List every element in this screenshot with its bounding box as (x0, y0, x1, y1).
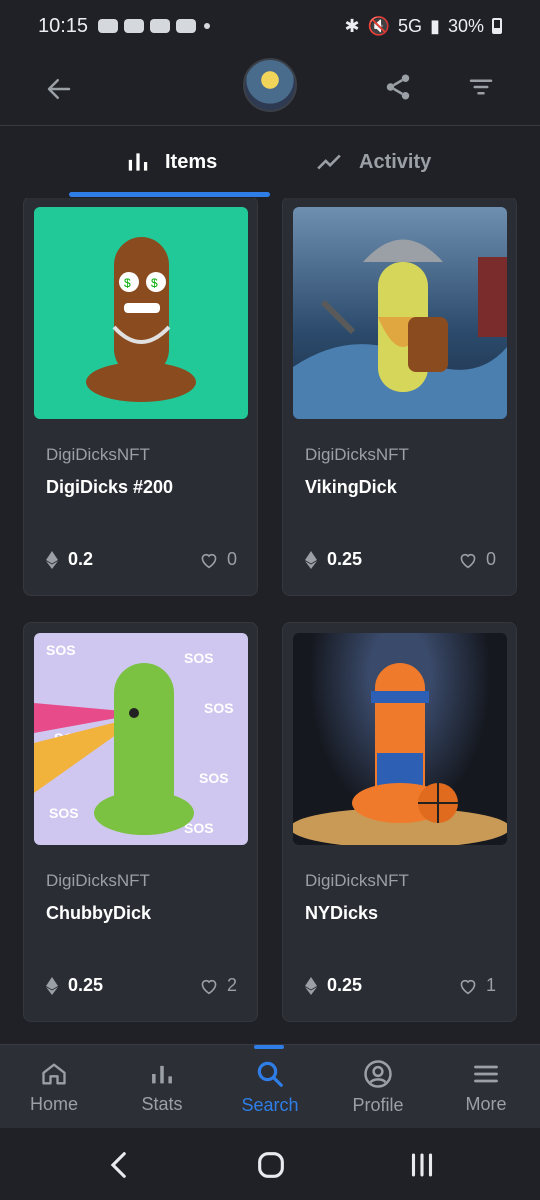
nav-profile[interactable]: Profile (324, 1045, 432, 1129)
filter-icon[interactable] (466, 72, 496, 102)
bottom-navigation: Home Stats Search Profile More (0, 1044, 540, 1128)
nav-stats[interactable]: Stats (108, 1045, 216, 1129)
tab-indicator (69, 192, 270, 197)
card-name: VikingDick (305, 477, 397, 497)
nav-search-label: Search (241, 1094, 299, 1115)
nav-profile-label: Profile (352, 1094, 404, 1115)
home-circle-icon (258, 1152, 284, 1178)
mute-icon: 🔇 (367, 15, 391, 36)
svg-text:$: $ (124, 276, 131, 290)
card-price-value: 0.2 (68, 549, 94, 569)
nft-image (293, 633, 507, 845)
ethereum-icon (305, 550, 317, 569)
card-likes-count: 2 (226, 975, 237, 995)
collection-avatar[interactable] (243, 58, 297, 112)
battery-icon (492, 18, 502, 34)
top-app-bar (0, 52, 540, 126)
status-time: 10:15 (38, 14, 89, 37)
svg-text:SOS: SOS (184, 650, 214, 666)
discord-icon (176, 19, 197, 33)
card-collection: DigiDicksNFT (305, 445, 409, 464)
nft-image (293, 207, 507, 419)
card-name: NYDicks (305, 903, 379, 923)
back-arrow-icon[interactable] (44, 74, 74, 104)
card-likes-count: 0 (226, 549, 237, 569)
svg-text:SOS: SOS (204, 700, 234, 716)
discord-icon (150, 19, 171, 33)
card-likes-count: 1 (485, 975, 496, 995)
status-bar: 10:15 ✱ 🔇 5G ▮ 30% (0, 0, 540, 52)
nft-card[interactable]: $ $ DigiDicksNFT DigiDicks #200 0.2 0 (23, 198, 258, 596)
nft-image: $ $ (34, 207, 248, 419)
chevron-left-icon (110, 1152, 126, 1178)
system-home-button[interactable] (254, 1148, 288, 1182)
nft-card[interactable]: DigiDicksNFT VikingDick 0.25 0 (282, 198, 517, 596)
tab-activity-label: Activity (359, 150, 432, 173)
nav-stats-label: Stats (141, 1093, 183, 1114)
ethereum-icon (46, 550, 58, 569)
menu-icon (474, 1065, 498, 1082)
trend-line-icon (317, 154, 341, 170)
card-price-value: 0.25 (327, 975, 363, 995)
nav-search[interactable]: Search (216, 1045, 324, 1129)
network-label: 5G (398, 15, 423, 36)
signal-icon: ▮ (430, 15, 440, 36)
svg-text:SOS: SOS (199, 770, 229, 786)
card-price: 0.25 (305, 549, 362, 570)
card-likes[interactable]: 0 (199, 549, 237, 570)
nav-home[interactable]: Home (0, 1045, 108, 1129)
ethereum-icon (305, 976, 317, 995)
discord-icon (124, 19, 145, 33)
profile-icon (364, 1059, 392, 1088)
card-likes[interactable]: 0 (458, 549, 496, 570)
card-likes-count: 0 (485, 549, 496, 569)
svg-text:SOS: SOS (46, 642, 76, 658)
heart-icon (460, 553, 476, 568)
svg-text:$: $ (151, 276, 158, 290)
card-collection: DigiDicksNFT (46, 871, 150, 890)
system-back-button[interactable] (103, 1148, 137, 1182)
share-icon[interactable] (383, 72, 413, 102)
card-price: 0.25 (305, 975, 362, 996)
nft-image: SOSSOSSOS SOSSOSSOS SOS (34, 633, 248, 845)
search-icon (257, 1061, 283, 1087)
ethereum-icon (46, 976, 58, 995)
home-icon (42, 1063, 66, 1084)
nav-home-label: Home (29, 1093, 78, 1114)
nft-card[interactable]: DigiDicksNFT NYDicks 0.25 1 (282, 622, 517, 1022)
heart-icon (201, 979, 217, 994)
tab-items[interactable]: Items (125, 126, 217, 198)
notification-icons (98, 19, 197, 33)
items-grid: $ $ DigiDicksNFT DigiDicks #200 0.2 0 Di… (0, 198, 540, 1044)
card-name: DigiDicks #200 (46, 477, 174, 497)
heart-icon (201, 553, 217, 568)
card-price-value: 0.25 (327, 549, 363, 569)
nav-more-label: More (465, 1093, 507, 1114)
card-name: ChubbyDick (46, 903, 152, 923)
tab-items-label: Items (165, 150, 218, 173)
more-notifications-icon (204, 23, 211, 29)
card-collection: DigiDicksNFT (46, 445, 150, 464)
discord-icon (98, 19, 119, 33)
tab-activity[interactable]: Activity (313, 126, 431, 198)
heart-icon (460, 979, 476, 994)
card-collection: DigiDicksNFT (305, 871, 409, 890)
bar-chart-icon (128, 153, 148, 171)
stats-icon (152, 1065, 172, 1083)
nav-more[interactable]: More (432, 1045, 540, 1129)
recents-icon (411, 1153, 433, 1177)
tab-bar: Items Activity (0, 126, 540, 198)
bluetooth-icon: ✱ (344, 15, 360, 36)
system-recents-button[interactable] (405, 1148, 439, 1182)
card-price: 0.25 (46, 975, 103, 996)
card-likes[interactable]: 1 (458, 975, 496, 996)
system-navigation-bar (0, 1128, 540, 1200)
card-price-value: 0.25 (68, 975, 104, 995)
svg-text:SOS: SOS (49, 805, 79, 821)
nft-card[interactable]: SOSSOSSOS SOSSOSSOS SOS DigiDicksNFT Chu… (23, 622, 258, 1022)
card-price: 0.2 (46, 549, 93, 570)
battery-label: 30% (447, 15, 484, 36)
card-likes[interactable]: 2 (199, 975, 237, 996)
